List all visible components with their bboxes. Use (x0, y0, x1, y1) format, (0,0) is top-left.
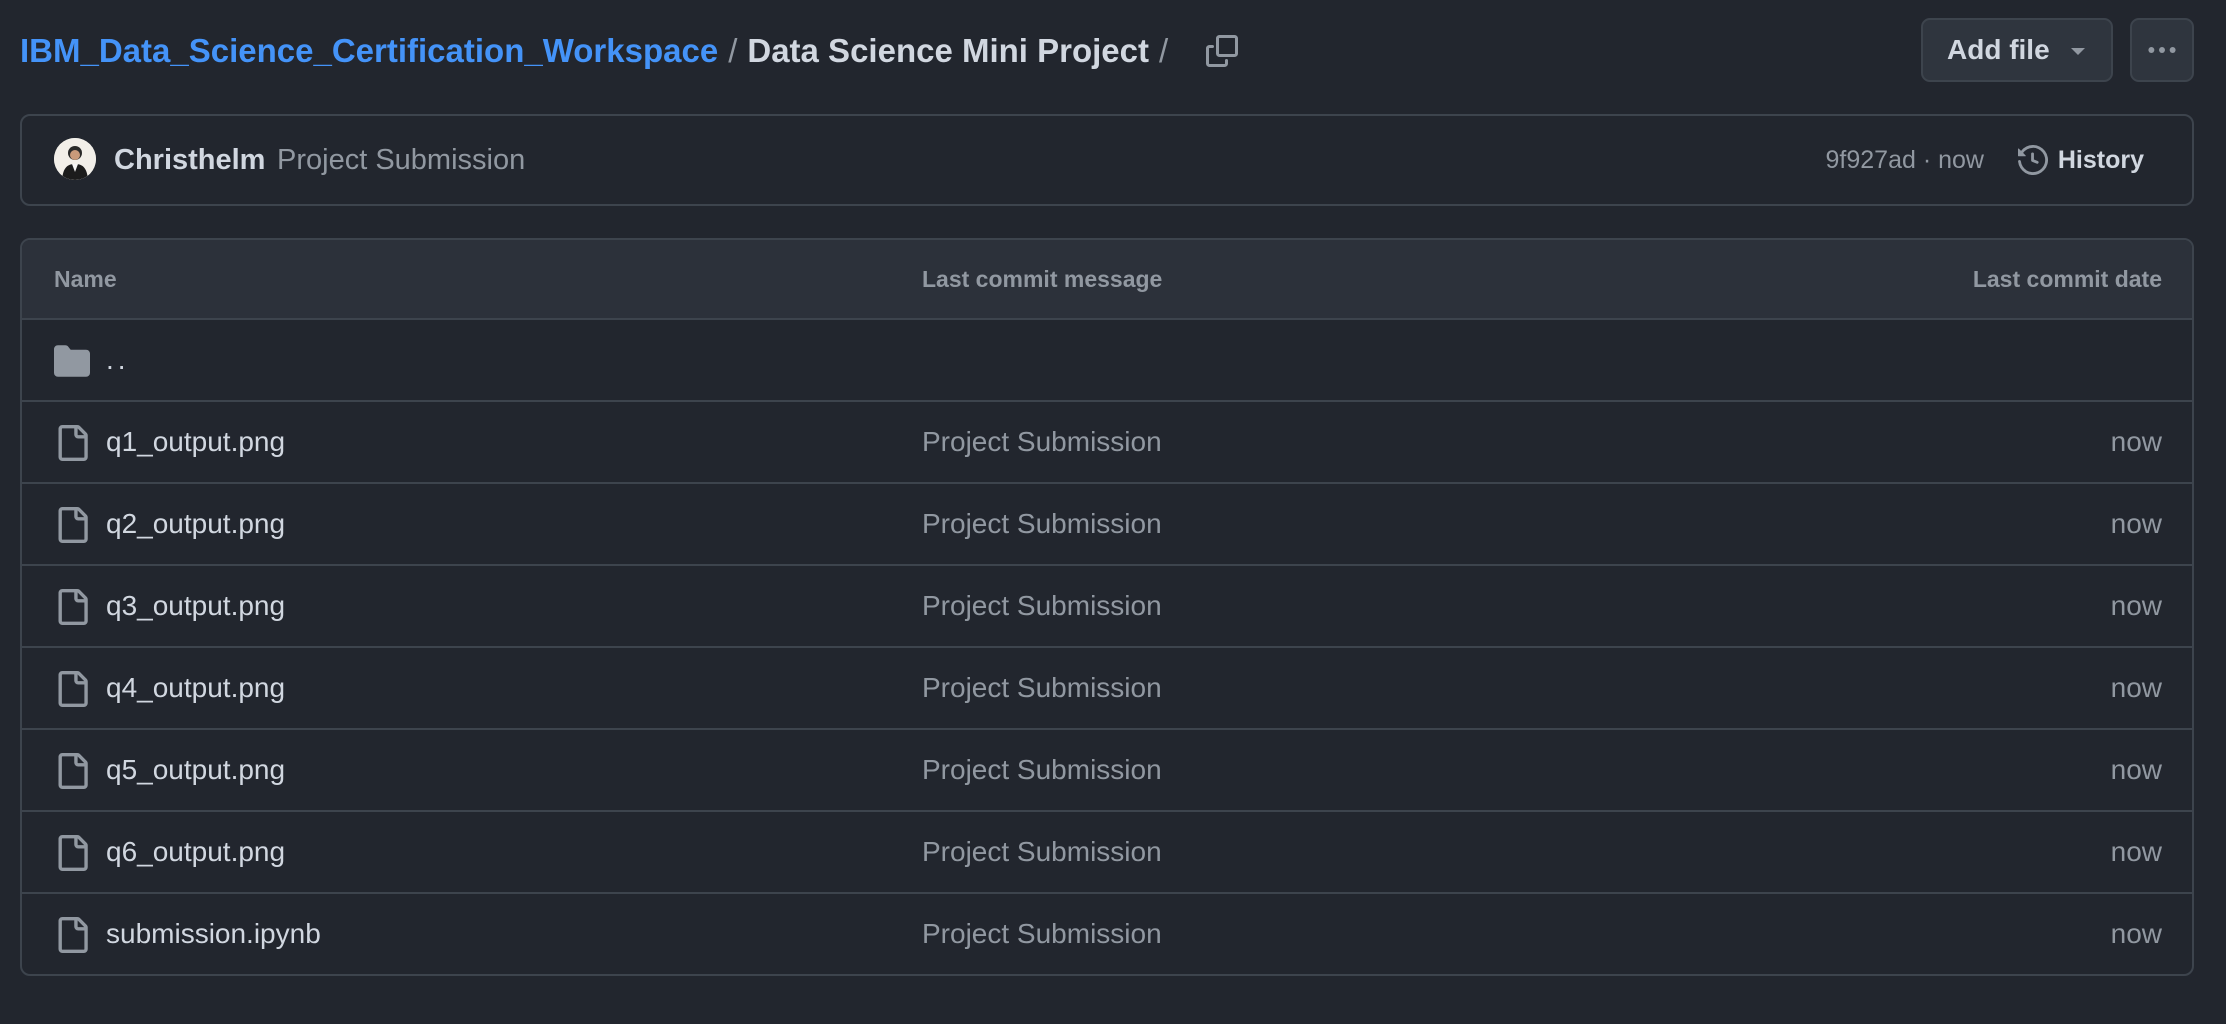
file-browser-header: IBM_Data_Science_Certification_Workspace… (20, 18, 2194, 84)
parent-directory-row[interactable]: .. (22, 320, 2192, 402)
table-row[interactable]: q2_output.png Project Submission now (22, 484, 2192, 566)
table-row[interactable]: q4_output.png Project Submission now (22, 648, 2192, 730)
add-file-button[interactable]: Add file (1921, 18, 2113, 82)
breadcrumb-separator: / (728, 32, 738, 69)
file-name-link[interactable]: q2_output.png (106, 484, 285, 564)
folder-icon (54, 345, 90, 377)
breadcrumb: IBM_Data_Science_Certification_Workspace… (20, 18, 1244, 84)
more-options-button[interactable] (2130, 18, 2194, 82)
file-name-link[interactable]: q5_output.png (106, 730, 285, 810)
file-icon (58, 425, 88, 461)
parent-directory-link[interactable]: .. (106, 320, 130, 400)
column-header-date: Last commit date (1972, 266, 2162, 292)
add-file-label: Add file (1947, 34, 2050, 65)
file-icon (58, 917, 88, 953)
avatar[interactable] (54, 138, 96, 180)
file-commit-message-link[interactable]: Project Submission (922, 730, 1162, 810)
column-header-name: Name (54, 266, 117, 292)
file-icon (58, 835, 88, 871)
file-commit-date: now (2110, 918, 2162, 949)
copy-icon (1206, 35, 1239, 67)
column-header-message: Last commit message (922, 266, 1163, 292)
commit-meta-dot: · (1922, 146, 1932, 174)
breadcrumb-repo-link[interactable]: IBM_Data_Science_Certification_Workspace (20, 32, 718, 70)
file-icon (58, 753, 88, 789)
history-icon (2017, 145, 2048, 175)
kebab-horizontal-icon (2148, 47, 2176, 53)
breadcrumb-trailing-separator: / (1159, 32, 1169, 69)
file-commit-message-link[interactable]: Project Submission (922, 812, 1162, 892)
file-name-link[interactable]: q1_output.png (106, 402, 285, 482)
file-name-link[interactable]: q6_output.png (106, 812, 285, 892)
file-commit-date: now (2110, 508, 2162, 539)
file-icon (58, 507, 88, 543)
commit-time: now (1938, 146, 1984, 174)
commit-sha-link[interactable]: 9f927ad (1826, 146, 1916, 174)
file-commit-message-link[interactable]: Project Submission (922, 648, 1162, 728)
breadcrumb-current-folder: Data Science Mini Project (747, 32, 1149, 69)
file-commit-date: now (2110, 672, 2162, 703)
file-name-link[interactable]: submission.ipynb (106, 894, 321, 974)
table-row[interactable]: q1_output.png Project Submission now (22, 402, 2192, 484)
latest-commit-bar: Christhelm Project Submission 9f927ad · … (20, 114, 2194, 206)
user-avatar-icon (54, 138, 96, 180)
file-name-link[interactable]: q4_output.png (106, 648, 285, 728)
file-name-link[interactable]: q3_output.png (106, 566, 285, 646)
file-table: Name Last commit message Last commit dat… (20, 238, 2194, 976)
file-commit-date: now (2110, 754, 2162, 785)
file-commit-message-link[interactable]: Project Submission (922, 894, 1162, 974)
table-row[interactable]: q5_output.png Project Submission now (22, 730, 2192, 812)
file-table-header: Name Last commit message Last commit dat… (22, 240, 2192, 320)
commit-meta: 9f927ad · now (1826, 116, 1984, 204)
file-commit-date: now (2110, 836, 2162, 867)
history-button[interactable]: History (2017, 116, 2144, 204)
file-commit-date: now (2110, 426, 2162, 457)
table-row[interactable]: submission.ipynb Project Submission now (22, 894, 2192, 974)
file-commit-message-link[interactable]: Project Submission (922, 402, 1162, 482)
table-row[interactable]: q3_output.png Project Submission now (22, 566, 2192, 648)
file-commit-message-link[interactable]: Project Submission (922, 484, 1162, 564)
triangle-down-icon (2071, 48, 2085, 55)
copy-path-button[interactable] (1200, 29, 1244, 73)
file-commit-date: now (2110, 590, 2162, 621)
commit-message-link[interactable]: Project Submission (277, 116, 525, 204)
commit-author-link[interactable]: Christhelm (114, 116, 265, 204)
history-label: History (2057, 145, 2144, 174)
file-commit-message-link[interactable]: Project Submission (922, 566, 1162, 646)
file-icon (58, 589, 88, 625)
file-icon (58, 671, 88, 707)
table-row[interactable]: q6_output.png Project Submission now (22, 812, 2192, 894)
